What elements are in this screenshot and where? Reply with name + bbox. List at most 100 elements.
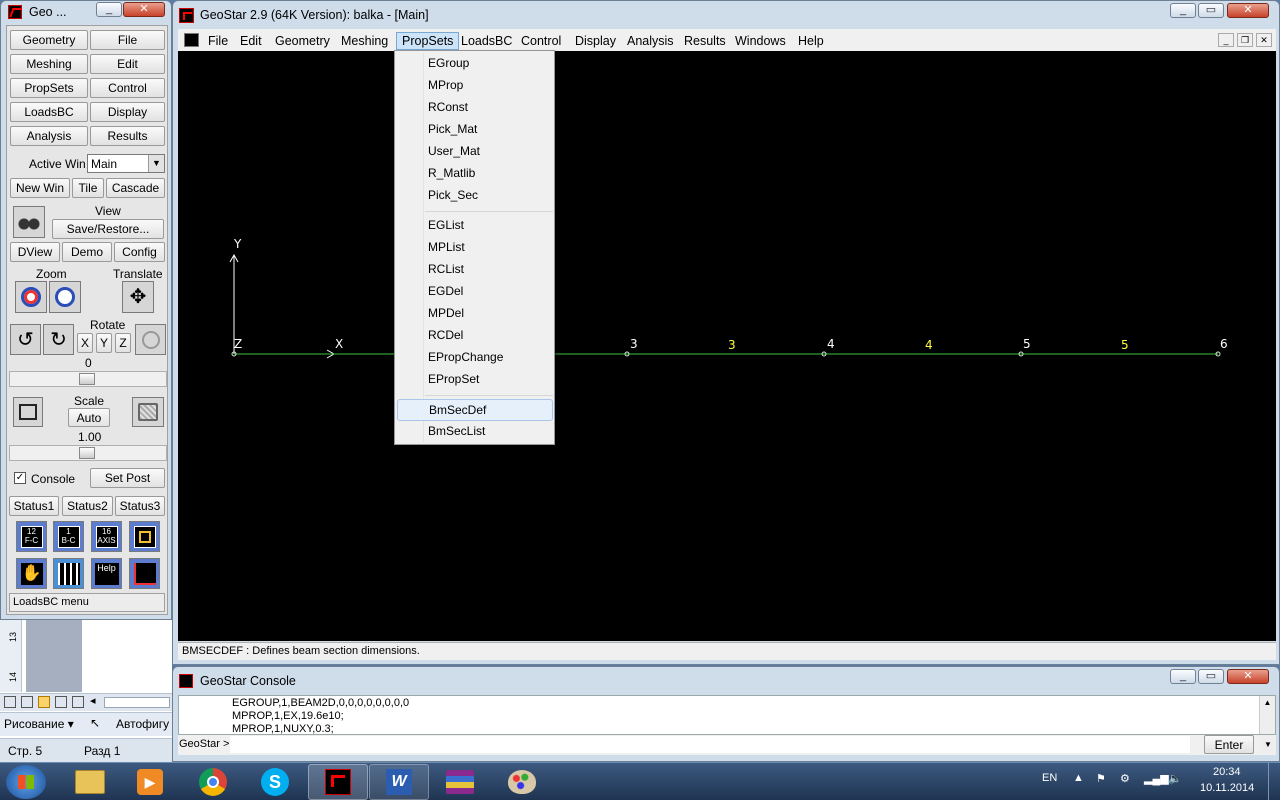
status2-button[interactable]: Status2 (62, 496, 113, 516)
reading-view-icon[interactable] (72, 696, 84, 708)
mdi-minimize-icon[interactable]: _ (1218, 33, 1234, 47)
zoom-out-button[interactable] (49, 281, 81, 313)
main-close-button[interactable]: ✕ (1227, 3, 1269, 18)
results-button[interactable]: Results (90, 126, 165, 146)
menu-windows[interactable]: Windows (730, 32, 791, 50)
display-button[interactable]: Display (90, 102, 165, 122)
menu-geometry[interactable]: Geometry (270, 32, 335, 50)
background-color-button[interactable]: 1 B-C (53, 521, 84, 552)
start-button[interactable] (6, 765, 46, 799)
menu-control[interactable]: Control (516, 32, 566, 50)
grid-points-button[interactable] (53, 558, 84, 589)
dd-rconst[interactable]: RConst (395, 96, 555, 118)
tile-button[interactable]: Tile (72, 178, 104, 198)
taskbar-explorer[interactable] (60, 764, 120, 800)
print-view-icon[interactable] (38, 696, 50, 708)
rotate-3d-button[interactable] (135, 324, 166, 355)
rotate-z-button[interactable]: Z (115, 333, 131, 353)
volume-icon[interactable]: 🔈 (1168, 772, 1182, 785)
dd-bmseclist[interactable]: BmSecList (395, 420, 555, 442)
translate-button[interactable]: ✥ (122, 281, 154, 313)
save-restore-button[interactable]: Save/Restore... (52, 219, 164, 239)
dd-eglist[interactable]: EGList (395, 214, 555, 236)
control-button[interactable]: Control (90, 78, 165, 98)
console-checkbox[interactable]: ✓ (14, 472, 26, 484)
cascade-button[interactable]: Cascade (106, 178, 165, 198)
h-scrollbar[interactable] (104, 697, 170, 708)
graphics-viewport[interactable]: Y Z X 3 3 4 4 5 5 6 (178, 51, 1276, 641)
select-arrow-icon[interactable]: ↖ (90, 716, 100, 730)
edit-button[interactable]: Edit (90, 54, 165, 74)
menu-help[interactable]: Help (793, 32, 829, 50)
dd-epropset[interactable]: EPropSet (395, 368, 555, 390)
taskbar-word[interactable]: W (369, 764, 429, 800)
clock-time[interactable]: 20:34 (1213, 766, 1241, 778)
clock-date[interactable]: 10.11.2014 (1200, 782, 1254, 794)
dd-rcdel[interactable]: RCDel (395, 324, 555, 346)
active-win-select[interactable]: Main ▼ (87, 154, 165, 173)
outline-view-icon[interactable] (55, 696, 67, 708)
web-view-icon[interactable] (21, 696, 33, 708)
normal-view-icon[interactable] (4, 696, 16, 708)
dd-pick-mat[interactable]: Pick_Mat (395, 118, 555, 140)
rotate-slider-thumb[interactable] (79, 373, 95, 385)
pick-tool-button[interactable] (129, 521, 160, 552)
menu-file[interactable]: File (203, 32, 233, 50)
dd-epropchange[interactable]: EPropChange (395, 346, 555, 368)
menu-edit[interactable]: Edit (235, 32, 267, 50)
set-post-button[interactable]: Set Post (90, 468, 165, 488)
menu-analysis[interactable]: Analysis (622, 32, 679, 50)
tray-overflow-icon[interactable]: ▲ (1073, 772, 1084, 784)
dd-mplist[interactable]: MPList (395, 236, 555, 258)
status3-button[interactable]: Status3 (115, 496, 165, 516)
enter-button[interactable]: Enter (1204, 735, 1254, 754)
geometry-button[interactable]: Geometry (10, 30, 88, 50)
show-desktop-button[interactable] (1268, 763, 1280, 800)
zoom-in-button[interactable] (15, 281, 47, 313)
help-button[interactable]: Help (91, 558, 122, 589)
window-fit-button[interactable] (13, 397, 43, 427)
dd-mprop[interactable]: MProp (395, 74, 555, 96)
console-scrollbar[interactable]: ▲ (1259, 696, 1275, 734)
binoculars-button[interactable] (13, 206, 45, 238)
rotate-x-button[interactable]: X (77, 333, 93, 353)
config-button[interactable]: Config (114, 242, 165, 262)
tray-app-icon[interactable]: ⚙ (1120, 772, 1130, 785)
main-minimize-button[interactable]: _ (1170, 3, 1196, 18)
taskbar-paint[interactable] (492, 764, 552, 800)
scale-auto-button[interactable]: Auto (68, 408, 110, 427)
main-maximize-button[interactable]: ▭ (1198, 3, 1224, 18)
taskbar-media-player[interactable]: ▶ (120, 764, 180, 800)
status1-button[interactable]: Status1 (9, 496, 59, 516)
dview-button[interactable]: DView (10, 242, 60, 262)
file-button[interactable]: File (90, 30, 165, 50)
menu-loadsbc[interactable]: LoadsBC (456, 32, 517, 50)
demo-button[interactable]: Demo (62, 242, 112, 262)
taskbar-geostar[interactable] (308, 764, 368, 800)
rotate-y-button[interactable]: Y (96, 333, 112, 353)
shade-button[interactable] (132, 397, 164, 427)
chevron-down-icon[interactable]: ▼ (148, 155, 164, 172)
mdi-restore-icon[interactable]: ❐ (1237, 33, 1253, 47)
dd-egroup[interactable]: EGroup (395, 52, 555, 74)
dd-egdel[interactable]: EGDel (395, 280, 555, 302)
axis-display-button[interactable]: 16 AXIS (91, 521, 122, 552)
geo-close-button[interactable]: ✕ (123, 2, 165, 17)
console-input[interactable] (230, 736, 1190, 753)
dd-mpdel[interactable]: MPDel (395, 302, 555, 324)
new-win-button[interactable]: New Win (10, 178, 70, 198)
console-output[interactable]: EGROUP,1,BEAM2D,0,0,0,0,0,0,0,0 MPROP,1,… (178, 695, 1276, 735)
drawing-menu[interactable]: Рисование ▾ (4, 717, 74, 731)
rotate-slider[interactable] (9, 371, 167, 387)
taskbar-chrome[interactable] (183, 764, 243, 800)
rotate-ccw-button[interactable]: ↺ (10, 324, 41, 355)
menu-propsets[interactable]: PropSets (396, 32, 460, 50)
scroll-left-icon[interactable]: ◂ (90, 694, 96, 707)
font-color-button[interactable]: 12 F-C (16, 521, 47, 552)
mdi-close-icon[interactable]: ✕ (1256, 33, 1272, 47)
loadsbc-button[interactable]: LoadsBC (10, 102, 88, 122)
geo-minimize-button[interactable]: _ (96, 2, 122, 17)
dd-bmsecdef[interactable]: BmSecDef (397, 399, 553, 421)
console-close-button[interactable]: ✕ (1227, 669, 1269, 684)
console-maximize-button[interactable]: ▭ (1198, 669, 1224, 684)
